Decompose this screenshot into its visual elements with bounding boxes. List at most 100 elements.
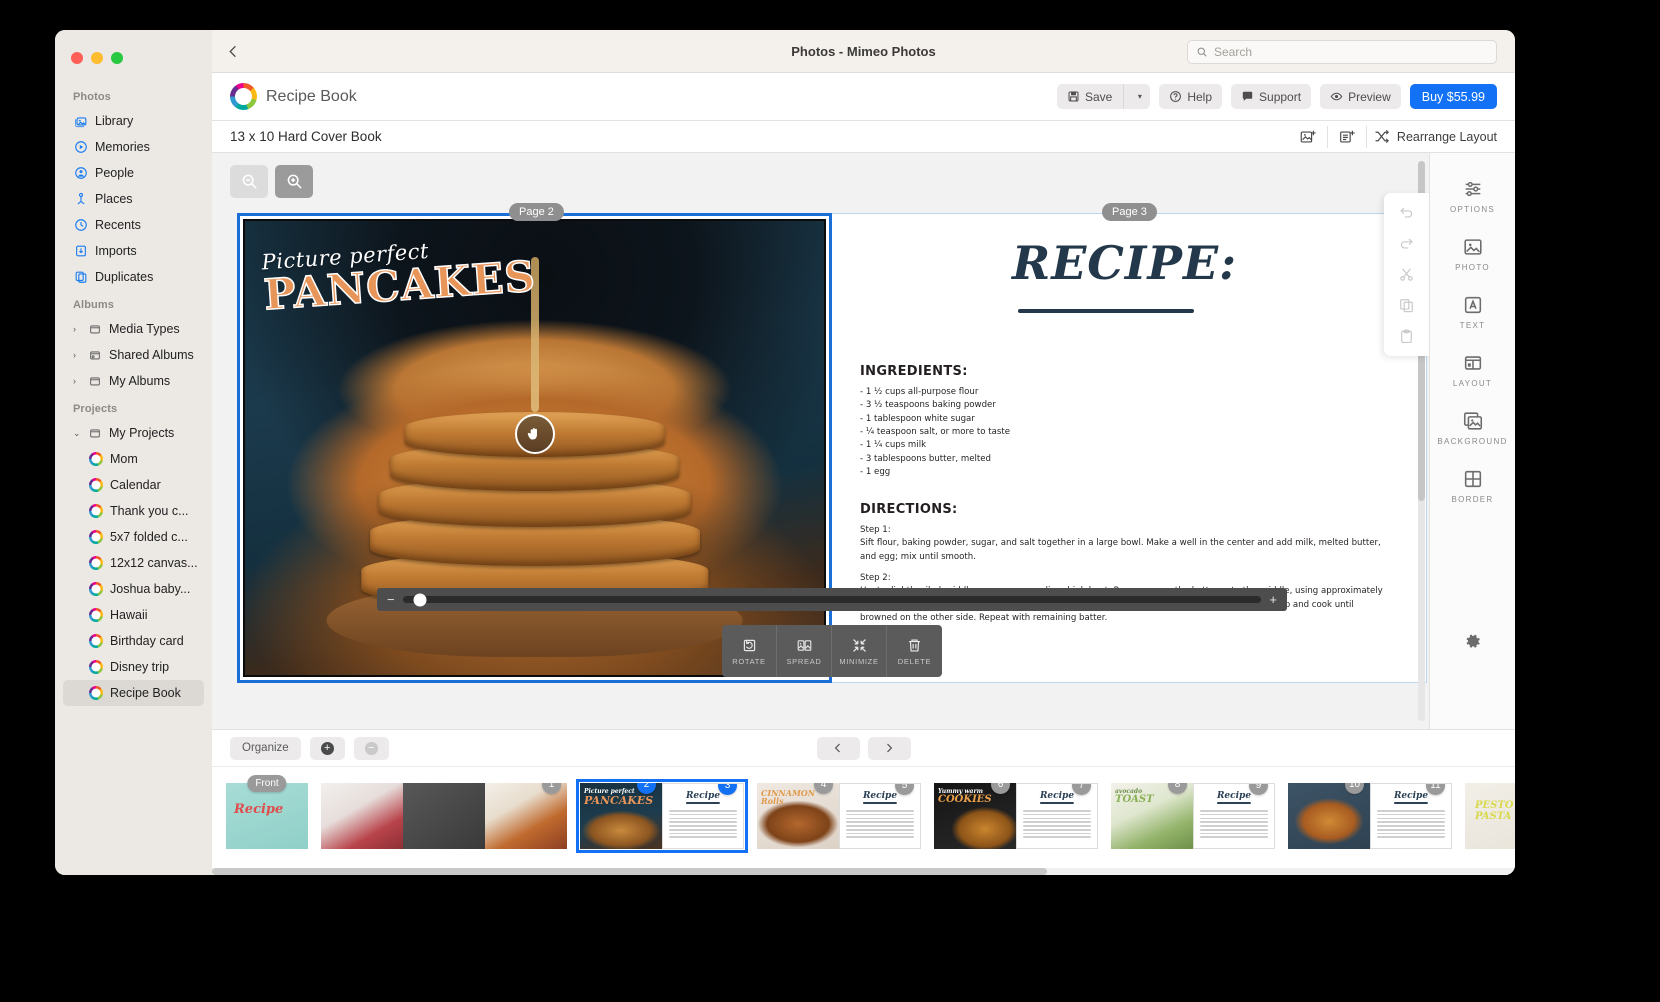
thumbnail-page[interactable]: PESTO PASTA <box>1465 783 1515 849</box>
thumbnail-page[interactable]: 10 <box>1288 783 1370 849</box>
chevron-right-icon[interactable]: › <box>73 350 82 360</box>
save-dropdown-button[interactable]: ▾ <box>1129 92 1150 101</box>
thumbnail-page[interactable]: 1 <box>485 783 567 849</box>
sidebar-item-hawaii[interactable]: Hawaii <box>63 602 204 628</box>
spread-button[interactable]: SPREAD <box>777 625 832 677</box>
rail-item-text[interactable]: TEXT <box>1430 283 1515 341</box>
minimize-window-button[interactable] <box>91 52 103 64</box>
search-input[interactable]: Search <box>1187 40 1497 64</box>
rail-item-photo[interactable]: PHOTO <box>1430 225 1515 283</box>
sidebar-item-my-projects[interactable]: ⌄ My Projects <box>63 420 204 446</box>
maximize-window-button[interactable] <box>111 52 123 64</box>
sidebar-item-places[interactable]: Places <box>63 186 204 212</box>
thumbnail-page[interactable] <box>321 783 403 849</box>
thumbnail-page[interactable]: 2 Picture perfect PANCAKES <box>580 783 662 849</box>
slider-track[interactable] <box>402 593 1262 606</box>
sidebar-item-5x7-folded-card[interactable]: 5x7 folded c... <box>63 524 204 550</box>
chevron-down-icon[interactable]: ⌄ <box>73 428 82 438</box>
thumbnail-page[interactable]: 9 Recipe <box>1193 783 1275 849</box>
chevron-right-icon[interactable]: › <box>73 324 82 334</box>
sidebar-item-disney-trip[interactable]: Disney trip <box>63 654 204 680</box>
sidebar-item-duplicates[interactable]: Duplicates <box>63 264 204 290</box>
help-button[interactable]: Help <box>1159 84 1223 109</box>
save-button[interactable]: Save ▾ <box>1056 84 1151 109</box>
window-controls[interactable] <box>55 38 212 82</box>
sidebar-item-12x12-canvas[interactable]: 12x12 canvas... <box>63 550 204 576</box>
previous-spread-button[interactable] <box>816 736 860 760</box>
sidebar-item-recipe-book[interactable]: Recipe Book <box>63 680 204 706</box>
sidebar-item-shared-albums[interactable]: › Shared Albums <box>63 342 204 368</box>
slider-plus-label[interactable]: + <box>1269 593 1277 606</box>
sidebar-item-label: 5x7 folded c... <box>110 530 188 544</box>
sidebar-item-thank-you-card[interactable]: Thank you c... <box>63 498 204 524</box>
paste-button[interactable] <box>1396 326 1417 347</box>
filmstrip-item-spread-10-11[interactable]: 10 11 Recipe <box>1288 783 1452 849</box>
filmstrip-item-spread-4-5[interactable]: 4 CINNAMON Rolls 5 Recipe <box>757 783 921 849</box>
sidebar-item-media-types[interactable]: › Media Types <box>63 316 204 342</box>
thumbnail-page[interactable]: 4 CINNAMON Rolls <box>757 783 839 849</box>
zoom-out-button[interactable] <box>230 165 268 198</box>
slider-minus-label[interactable]: − <box>387 593 395 606</box>
filmstrip-item-spread-6-7[interactable]: 6 Yummy warm COOKIES 7 Recipe <box>934 783 1098 849</box>
sidebar-item-calendar[interactable]: Calendar <box>63 472 204 498</box>
sidebar-item-recents[interactable]: Recents <box>63 212 204 238</box>
zoom-in-button[interactable] <box>275 165 313 198</box>
rail-item-layout[interactable]: LAYOUT <box>1430 341 1515 399</box>
thumbnail-page[interactable]: 6 Yummy warm COOKIES <box>934 783 1016 849</box>
preview-button[interactable]: Preview <box>1320 84 1401 109</box>
thumbnail-page[interactable] <box>403 783 485 849</box>
close-window-button[interactable] <box>71 52 83 64</box>
minimize-button[interactable]: MINIMIZE <box>832 625 887 677</box>
minus-circle-icon: − <box>364 741 378 755</box>
back-button[interactable] <box>212 44 254 59</box>
copy-button[interactable] <box>1396 295 1417 316</box>
add-page-button[interactable] <box>1328 121 1366 153</box>
page-left[interactable]: Picture perfect PANCAKES <box>237 213 832 683</box>
chevron-right-icon[interactable]: › <box>73 376 82 386</box>
thumbnail-page[interactable]: 8 avocado TOAST <box>1111 783 1193 849</box>
buy-button[interactable]: Buy $55.99 <box>1409 84 1497 109</box>
filmstrip-item-spread-12-13[interactable]: PESTOPASTA 12 13 Recipe <box>1465 783 1515 849</box>
delete-button[interactable]: DELETE <box>887 625 942 677</box>
sidebar-item-imports[interactable]: Imports <box>63 238 204 264</box>
sidebar-item-my-albums[interactable]: › My Albums <box>63 368 204 394</box>
redo-button[interactable] <box>1396 233 1417 254</box>
scrollbar-thumb[interactable] <box>212 868 1047 875</box>
sidebar-item-library[interactable]: Library <box>63 108 204 134</box>
thumbnail-page[interactable]: Recipe <box>226 783 308 849</box>
rotate-button[interactable]: ROTATE <box>722 625 777 677</box>
filmstrip-item-spread-1[interactable]: 1 <box>321 783 567 849</box>
next-spread-button[interactable] <box>867 736 911 760</box>
page-right[interactable]: RECIPE: INGREDIENTS: - 1 ½ cups all-purp… <box>832 213 1427 683</box>
cut-button[interactable] <box>1396 264 1417 285</box>
hand-grab-icon[interactable] <box>514 414 555 455</box>
sidebar-item-memories[interactable]: Memories <box>63 134 204 160</box>
settings-button[interactable] <box>1463 632 1482 651</box>
add-spread-button[interactable]: + <box>309 736 345 760</box>
rearrange-layout-button[interactable]: Rearrange Layout <box>1367 128 1497 145</box>
canvas-area[interactable]: Page 2 Page 3 Picture perfect PANCAKES R… <box>212 153 1429 729</box>
sidebar-item-joshua-baby[interactable]: Joshua baby... <box>63 576 204 602</box>
filmstrip-item-spread-8-9[interactable]: 8 avocado TOAST 9 Recipe <box>1111 783 1275 849</box>
slider-knob[interactable] <box>413 593 427 606</box>
support-button[interactable]: Support <box>1231 84 1312 109</box>
organize-button[interactable]: Organize <box>230 736 301 760</box>
add-photo-button[interactable] <box>1289 121 1327 153</box>
photo-zoom-slider[interactable]: − + <box>377 588 1287 611</box>
rail-item-border[interactable]: BORDER <box>1430 457 1515 515</box>
thumbnail-page[interactable]: 7 Recipe <box>1016 783 1098 849</box>
remove-spread-button[interactable]: − <box>353 736 389 760</box>
filmstrip[interactable]: Front Recipe 1 2 Picture perfect PANCAKE… <box>212 766 1515 865</box>
thumbnail-page[interactable]: 3 Recipe <box>662 783 744 849</box>
filmstrip-item-front-cover[interactable]: Front Recipe <box>226 775 308 849</box>
undo-button[interactable] <box>1396 202 1417 223</box>
sidebar-item-people[interactable]: People <box>63 160 204 186</box>
rail-item-options[interactable]: OPTIONS <box>1430 167 1515 225</box>
thumbnail-page[interactable]: 5 Recipe <box>839 783 921 849</box>
sidebar-item-birthday-card[interactable]: Birthday card <box>63 628 204 654</box>
thumbnail-page[interactable]: 11 Recipe <box>1370 783 1452 849</box>
rail-item-background[interactable]: BACKGROUND <box>1430 399 1515 457</box>
filmstrip-horizontal-scrollbar[interactable] <box>212 868 1515 875</box>
sidebar-item-mom[interactable]: Mom <box>63 446 204 472</box>
filmstrip-item-spread-2-3[interactable]: 2 Picture perfect PANCAKES 3 Recipe <box>576 779 748 853</box>
